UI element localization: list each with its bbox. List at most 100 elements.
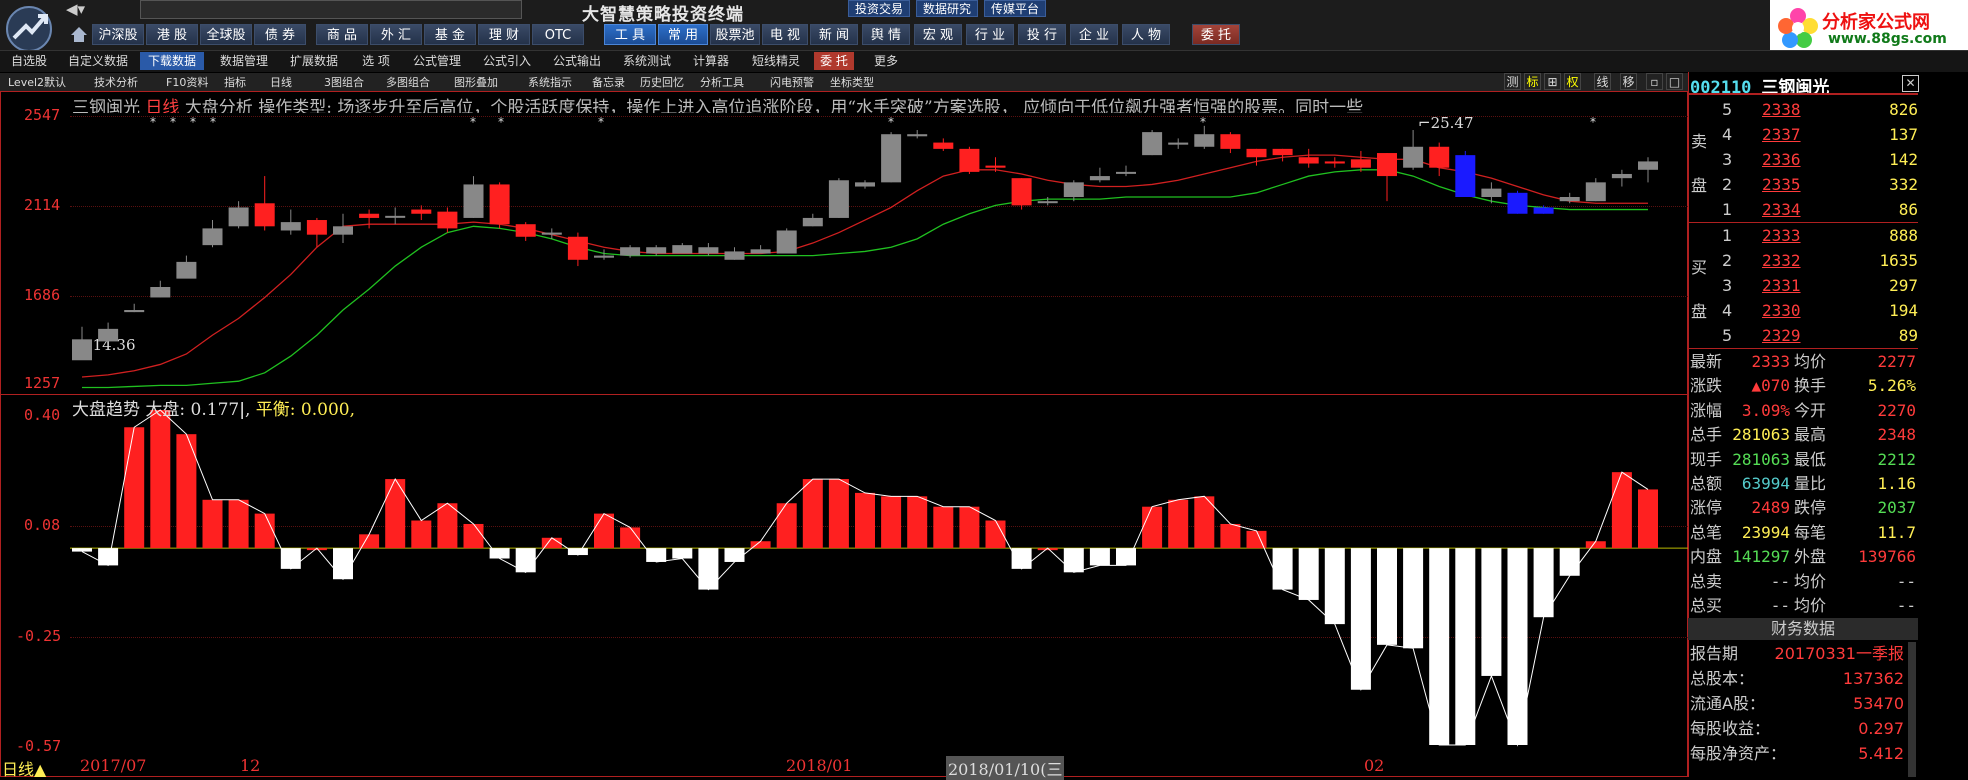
indicator-bar <box>1507 548 1528 745</box>
ask-bid-divider <box>1688 222 1918 223</box>
indicator-bar <box>1403 548 1424 649</box>
bid-row[interactable]: 3 2331 297 <box>1722 274 1918 298</box>
stat-value: 5.26% <box>1867 376 1916 396</box>
stat-value: 2333 <box>1751 352 1790 371</box>
indicator-bar <box>828 479 849 549</box>
bid-price[interactable]: 2332 <box>1762 249 1801 273</box>
bid-row[interactable]: 4 2330 194 <box>1722 299 1918 323</box>
bid-price[interactable]: 2330 <box>1762 299 1801 323</box>
candle-body <box>463 184 484 218</box>
candle-body <box>489 184 510 225</box>
indicator-bar <box>1481 548 1502 676</box>
indicator-bar <box>1063 548 1084 573</box>
indicator-bar <box>1638 489 1658 549</box>
candle-body <box>1063 182 1084 197</box>
ask-row[interactable]: 3 2336 142 <box>1722 148 1918 172</box>
candle-body <box>1559 197 1580 202</box>
ask-price[interactable]: 2336 <box>1762 148 1801 172</box>
bid-price[interactable]: 2329 <box>1762 324 1801 348</box>
stat-value: 281063 <box>1732 449 1790 469</box>
candle-body <box>646 247 667 254</box>
indicator-bar <box>567 548 588 556</box>
stat-value: 139766 <box>1858 547 1916 567</box>
bid-level: 5 <box>1722 326 1733 345</box>
indicator-bar <box>333 548 353 580</box>
indicator-bar <box>672 548 693 559</box>
dapan-label: 大盘: <box>145 400 186 420</box>
indicator-bar <box>1324 548 1345 625</box>
bid-level: 1 <box>1722 226 1733 245</box>
indicator-bar <box>1455 548 1476 745</box>
finance-value: 53470 <box>1853 694 1904 713</box>
stat-row: 总笔 23994 每笔 11.7 <box>1690 521 1916 545</box>
ask-row[interactable]: 5 2338 826 <box>1722 98 1918 122</box>
indicator-bar <box>254 513 275 549</box>
stat-label: 总买 <box>1690 596 1723 615</box>
stat-value: 141297 <box>1732 547 1790 567</box>
stat-label: 涨停 <box>1690 498 1723 518</box>
bid-level: 3 <box>1722 276 1733 295</box>
indicator-bar <box>933 506 954 549</box>
candle-body <box>333 226 353 235</box>
candle-body <box>411 209 432 214</box>
candle-body <box>1142 132 1163 156</box>
ask-volume: 332 <box>1889 175 1918 194</box>
candle-body <box>541 232 562 235</box>
x-date-4: 02 <box>1364 756 1385 775</box>
stat-value: ▲070 <box>1751 376 1790 396</box>
candle-body <box>1507 192 1528 214</box>
dapan-value: 0.177 <box>190 400 240 420</box>
ask-price[interactable]: 2335 <box>1762 173 1801 197</box>
stat-value: -- <box>1896 571 1916 591</box>
indicator-bar <box>150 410 171 549</box>
stat-row: 总买 -- 均价 -- <box>1690 594 1916 618</box>
stat-value: 2270 <box>1877 400 1916 420</box>
indicator-bar <box>1377 548 1397 645</box>
bid-price[interactable]: 2331 <box>1762 274 1801 298</box>
candle-body <box>437 211 458 229</box>
bid-price[interactable]: 2333 <box>1762 224 1801 248</box>
ask-row[interactable]: 1 2334 86 <box>1722 198 1918 222</box>
stat-label: 量比 <box>1794 474 1827 493</box>
finance-row: 每股收益： 0.297 <box>1690 717 1904 741</box>
close-icon[interactable]: ✕ <box>1902 75 1919 92</box>
ask-volume: 826 <box>1889 100 1918 119</box>
bid-row[interactable]: 5 2329 89 <box>1722 324 1918 348</box>
bid-row[interactable]: 2 2332 1635 <box>1722 249 1918 273</box>
ask-price[interactable]: 2334 <box>1762 198 1801 222</box>
stat-row: 涨幅 3.09% 今开 2270 <box>1690 399 1916 423</box>
logo-url: www.88gs.com <box>1828 31 1947 47</box>
stat-row: 涨跌 ▲070 换手 5.26% <box>1690 374 1916 398</box>
ask-price[interactable]: 2338 <box>1762 98 1801 122</box>
indicator-bar <box>698 548 719 590</box>
event-marker: * <box>598 115 604 129</box>
indicator-bar <box>1429 548 1450 745</box>
ask-volume: 86 <box>1898 200 1918 219</box>
indicator-bar <box>1220 523 1241 549</box>
stat-label: 均价 <box>1794 571 1827 591</box>
stat-label: 最低 <box>1794 449 1827 469</box>
stat-label: 总额 <box>1690 474 1723 493</box>
bid-row[interactable]: 1 2333 888 <box>1722 224 1918 248</box>
ask-price[interactable]: 2337 <box>1762 123 1801 147</box>
pingheng-value: 0.000, <box>300 400 355 420</box>
stat-value: 2037 <box>1877 498 1916 518</box>
candle-body <box>1585 182 1606 202</box>
bid-level: 2 <box>1722 251 1733 270</box>
period-toggle[interactable]: 日线▲ <box>2 756 46 780</box>
candle-body <box>1089 176 1110 181</box>
finance-scrollbar[interactable] <box>1908 642 1916 777</box>
stat-label: 内盘 <box>1690 547 1723 567</box>
stat-label: 现手 <box>1690 449 1723 469</box>
indicator-bar <box>202 499 223 549</box>
quote-header: 002110 三钢闽光 <box>1690 73 1920 98</box>
candle-body <box>1611 173 1632 179</box>
indicator-bar <box>437 503 458 549</box>
ask-row[interactable]: 4 2337 137 <box>1722 123 1918 147</box>
indicator-bar <box>1089 548 1110 566</box>
event-marker: * <box>190 115 196 129</box>
stat-value: 2348 <box>1877 425 1916 445</box>
stat-label: 每笔 <box>1794 522 1827 542</box>
ask-row[interactable]: 2 2335 332 <box>1722 173 1918 197</box>
indicator-bar <box>463 523 484 549</box>
